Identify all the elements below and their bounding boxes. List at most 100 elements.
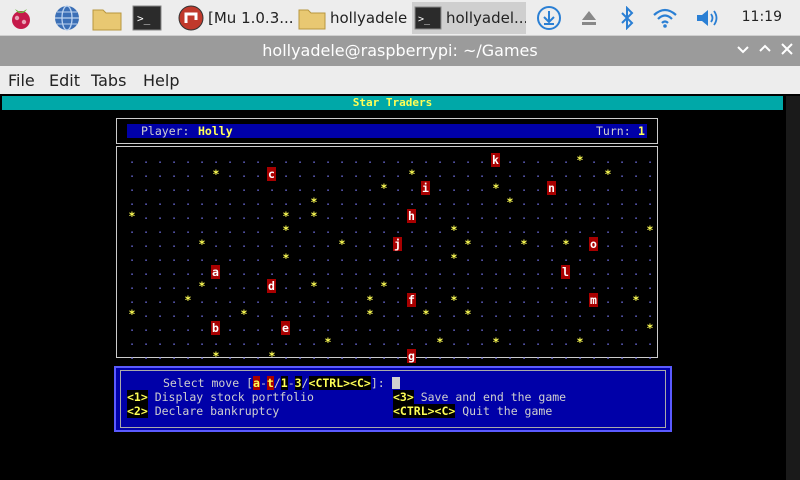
empty-sector: . xyxy=(198,265,206,278)
empty-sector: . xyxy=(478,251,486,264)
menu-edit[interactable]: Edit xyxy=(49,71,80,90)
slash-1: / xyxy=(273,376,281,390)
empty-sector: . xyxy=(254,349,262,362)
window-title: hollyadele@raspberrypi: ~/Games xyxy=(262,41,538,60)
empty-sector: . xyxy=(436,349,444,362)
volume-icon[interactable] xyxy=(692,3,722,33)
option-2-key[interactable]: <2> xyxy=(127,404,148,418)
empty-sector: . xyxy=(576,223,584,236)
empty-sector: . xyxy=(520,349,528,362)
close-icon[interactable] xyxy=(778,42,796,60)
eject-icon[interactable] xyxy=(574,3,604,33)
terminal-area[interactable]: Star Traders Player: Holly Turn: 1 .....… xyxy=(0,94,800,480)
range-t[interactable]: t xyxy=(266,376,274,390)
empty-sector: . xyxy=(562,335,570,348)
empty-sector: . xyxy=(422,321,430,334)
wifi-icon[interactable] xyxy=(650,3,680,33)
empty-sector: . xyxy=(212,223,220,236)
star-sector: * xyxy=(646,223,654,237)
move-option-g[interactable]: g xyxy=(407,349,416,363)
text-cursor[interactable] xyxy=(391,377,400,389)
galaxy-map-box: .......................... k..... *.......… xyxy=(116,146,658,363)
empty-sector: . xyxy=(156,167,164,180)
move-option-b[interactable]: b xyxy=(211,321,220,335)
terminal-launcher-icon[interactable]: >_ xyxy=(132,3,162,33)
empty-sector: . xyxy=(590,167,598,180)
empty-sector: . xyxy=(576,265,584,278)
empty-sector: . xyxy=(240,251,248,264)
empty-sector: . xyxy=(506,335,514,348)
empty-sector: . xyxy=(632,223,640,236)
download-icon[interactable] xyxy=(534,3,564,33)
empty-sector: . xyxy=(268,251,276,264)
move-option-n[interactable]: n xyxy=(547,181,556,195)
option-2-label: Declare bankruptcy xyxy=(147,404,280,418)
empty-sector: . xyxy=(156,293,164,306)
empty-sector: . xyxy=(394,195,402,208)
empty-sector: . xyxy=(268,265,276,278)
empty-sector: . xyxy=(506,279,514,292)
move-option-e[interactable]: e xyxy=(281,321,290,335)
empty-sector: . xyxy=(618,293,626,306)
empty-sector: . xyxy=(534,321,542,334)
range-1[interactable]: 1 xyxy=(280,376,288,390)
move-option-o[interactable]: o xyxy=(589,237,598,251)
move-option-f[interactable]: f xyxy=(407,293,416,307)
window-titlebar[interactable]: hollyadele@raspberrypi: ~/Games xyxy=(0,36,800,66)
move-option-h[interactable]: h xyxy=(407,209,416,223)
raspberry-menu-icon[interactable] xyxy=(6,3,36,33)
task-file-manager[interactable]: hollyadele xyxy=(296,2,408,34)
empty-sector: . xyxy=(534,223,542,236)
move-option-k[interactable]: k xyxy=(491,153,500,167)
move-option-c[interactable]: c xyxy=(267,167,276,181)
task-label: [Mu 1.0.3... xyxy=(208,9,292,27)
terminal-scrollbar[interactable] xyxy=(786,96,800,480)
web-browser-icon[interactable] xyxy=(52,3,82,33)
menu-help[interactable]: Help xyxy=(143,71,179,90)
empty-sector: . xyxy=(170,265,178,278)
range-dash: - xyxy=(259,376,267,390)
minimize-icon[interactable] xyxy=(734,42,752,60)
empty-sector: . xyxy=(324,195,332,208)
empty-sector: . xyxy=(338,307,346,320)
move-option-d[interactable]: d xyxy=(267,279,276,293)
option-save-end[interactable]: <3> Save and end the game xyxy=(393,390,566,404)
empty-sector: . xyxy=(506,237,514,250)
option-1-key[interactable]: <1> xyxy=(127,390,148,404)
star-sector: * xyxy=(212,167,220,181)
option-display-portfolio[interactable]: <1> Display stock portfolio xyxy=(127,390,314,404)
clock[interactable]: 11:19 xyxy=(742,9,782,25)
move-option-j[interactable]: j xyxy=(393,237,402,251)
task-mu-editor[interactable]: [Mu 1.0.3... xyxy=(176,2,292,34)
file-manager-icon[interactable] xyxy=(92,3,122,33)
empty-sector: . xyxy=(254,307,262,320)
range-3[interactable]: 3 xyxy=(294,376,302,390)
empty-sector: . xyxy=(170,279,178,292)
empty-sector: . xyxy=(422,279,430,292)
range-a[interactable]: a xyxy=(253,376,260,390)
empty-sector: . xyxy=(254,321,262,334)
move-option-l[interactable]: l xyxy=(561,265,570,279)
empty-sector: . xyxy=(240,167,248,180)
maximize-icon[interactable] xyxy=(756,42,774,60)
menu-file[interactable]: File xyxy=(8,71,35,90)
option-3-key[interactable]: <3> xyxy=(393,390,414,404)
option-quit[interactable]: <CTRL><C> Quit the game xyxy=(393,404,552,418)
ctrl-c-key[interactable]: <CTRL><C> xyxy=(308,376,371,390)
move-option-i[interactable]: i xyxy=(421,181,430,195)
empty-sector: . xyxy=(604,335,612,348)
task-terminal[interactable]: >_ hollyadel... xyxy=(412,2,526,34)
move-option-a[interactable]: a xyxy=(211,265,220,279)
option-quit-key[interactable]: <CTRL><C> xyxy=(393,404,456,418)
empty-sector: . xyxy=(380,223,388,236)
empty-sector: . xyxy=(632,335,640,348)
menu-tabs[interactable]: Tabs xyxy=(91,71,126,90)
move-option-m[interactable]: m xyxy=(589,293,598,307)
empty-sector: . xyxy=(464,321,472,334)
empty-sector: . xyxy=(576,237,584,250)
empty-sector: . xyxy=(212,195,220,208)
option-declare-bankruptcy[interactable]: <2> Declare bankruptcy xyxy=(127,404,279,418)
bluetooth-icon[interactable] xyxy=(612,3,642,33)
empty-sector: . xyxy=(142,223,150,236)
empty-sector: . xyxy=(520,265,528,278)
